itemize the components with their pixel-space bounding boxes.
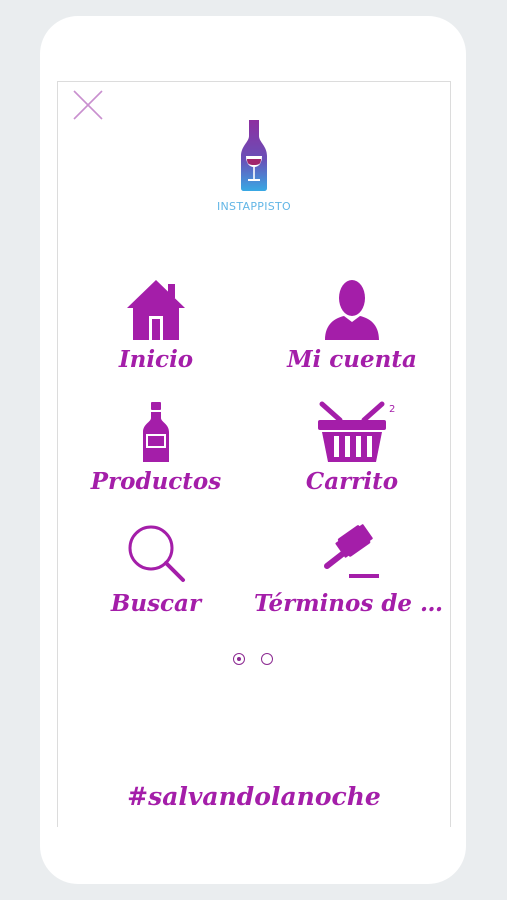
menu-screen: INSTAPPISTO Inicio Mi cuenta Productos 2…: [57, 81, 451, 827]
cart-count-badge: 2: [389, 404, 396, 415]
basket-icon: [318, 401, 386, 462]
search-icon: [128, 525, 185, 582]
phone-frame: INSTAPPISTO Inicio Mi cuenta Productos 2…: [40, 16, 466, 884]
menu-label-productos: Productos: [90, 468, 222, 495]
pagination-dot-2[interactable]: [261, 653, 273, 665]
close-button[interactable]: [72, 89, 104, 121]
menu-item-carrito[interactable]: 2 Carrito: [254, 400, 450, 495]
pagination-dot-1[interactable]: [233, 653, 245, 665]
footer-hashtag: #salvandolanoche: [127, 782, 381, 811]
app-logo: INSTAPPISTO: [208, 120, 300, 220]
menu-label-terminos: Términos de s...: [254, 590, 450, 617]
home-icon: [127, 280, 185, 340]
gavel-icon: [324, 524, 379, 578]
menu-item-terminos[interactable]: Términos de s...: [254, 522, 450, 617]
user-icon: [325, 280, 379, 340]
close-icon: [73, 90, 103, 120]
menu-item-inicio[interactable]: Inicio: [58, 278, 254, 373]
menu-label-buscar: Buscar: [110, 590, 202, 617]
menu-item-buscar[interactable]: Buscar: [58, 522, 254, 617]
menu-item-productos[interactable]: Productos: [58, 400, 254, 495]
menu-label-inicio: Inicio: [118, 346, 194, 373]
menu-label-carrito: Carrito: [305, 468, 399, 495]
wine-bottle-logo-icon: [241, 120, 267, 191]
logo-text: INSTAPPISTO: [216, 200, 292, 213]
menu-label-mi-cuenta: Mi cuenta: [287, 346, 417, 373]
menu-item-mi-cuenta[interactable]: Mi cuenta: [254, 278, 450, 373]
pagination-dots: [233, 653, 279, 671]
bottle-icon: [143, 402, 169, 462]
